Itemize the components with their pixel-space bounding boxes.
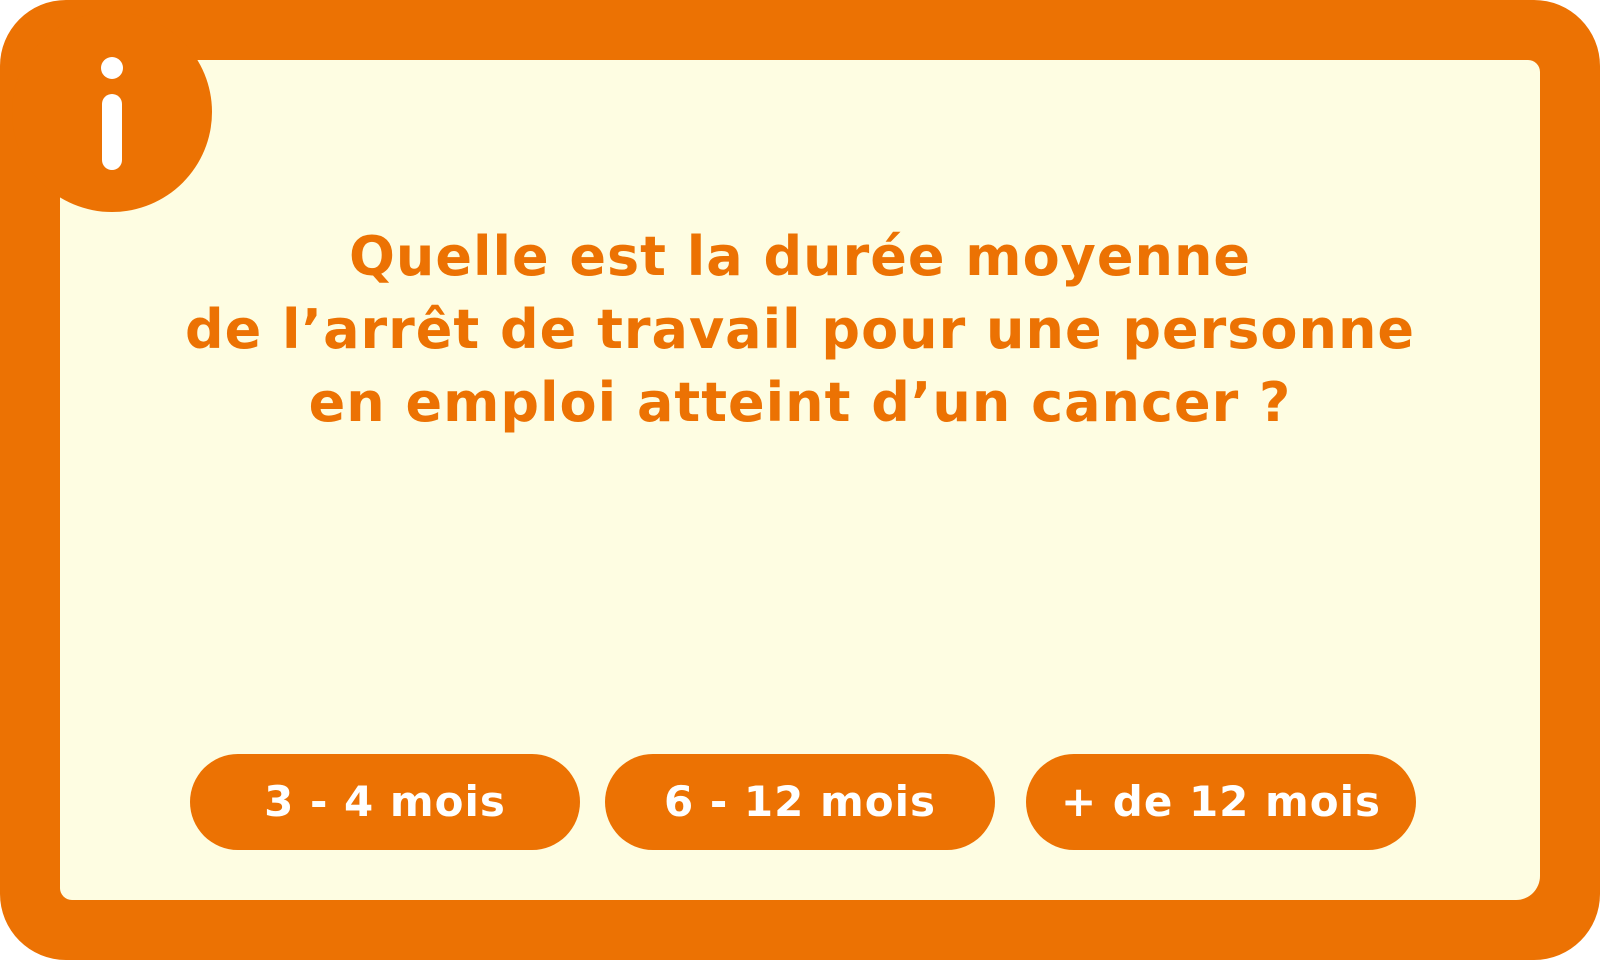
question-line-3: en emploi atteint d’un cancer ? [308,371,1292,434]
quiz-card: Quelle est la durée moyenne de l’arrêt d… [0,0,1600,960]
answer-button-3-4-months[interactable]: 3 - 4 mois [190,754,580,850]
question-line-1: Quelle est la durée moyenne [348,225,1252,288]
answer-button-over-12-months[interactable]: + de 12 mois [1026,754,1416,850]
info-badge [12,12,212,212]
question-line-2: de l’arrêt de travail pour une personne [184,298,1416,361]
question-text: Quelle est la durée moyenne de l’arrêt d… [60,220,1540,439]
answer-button-6-12-months[interactable]: 6 - 12 mois [605,754,995,850]
answer-options: 3 - 4 mois 6 - 12 mois + de 12 mois [190,754,1416,850]
info-icon [101,57,123,170]
